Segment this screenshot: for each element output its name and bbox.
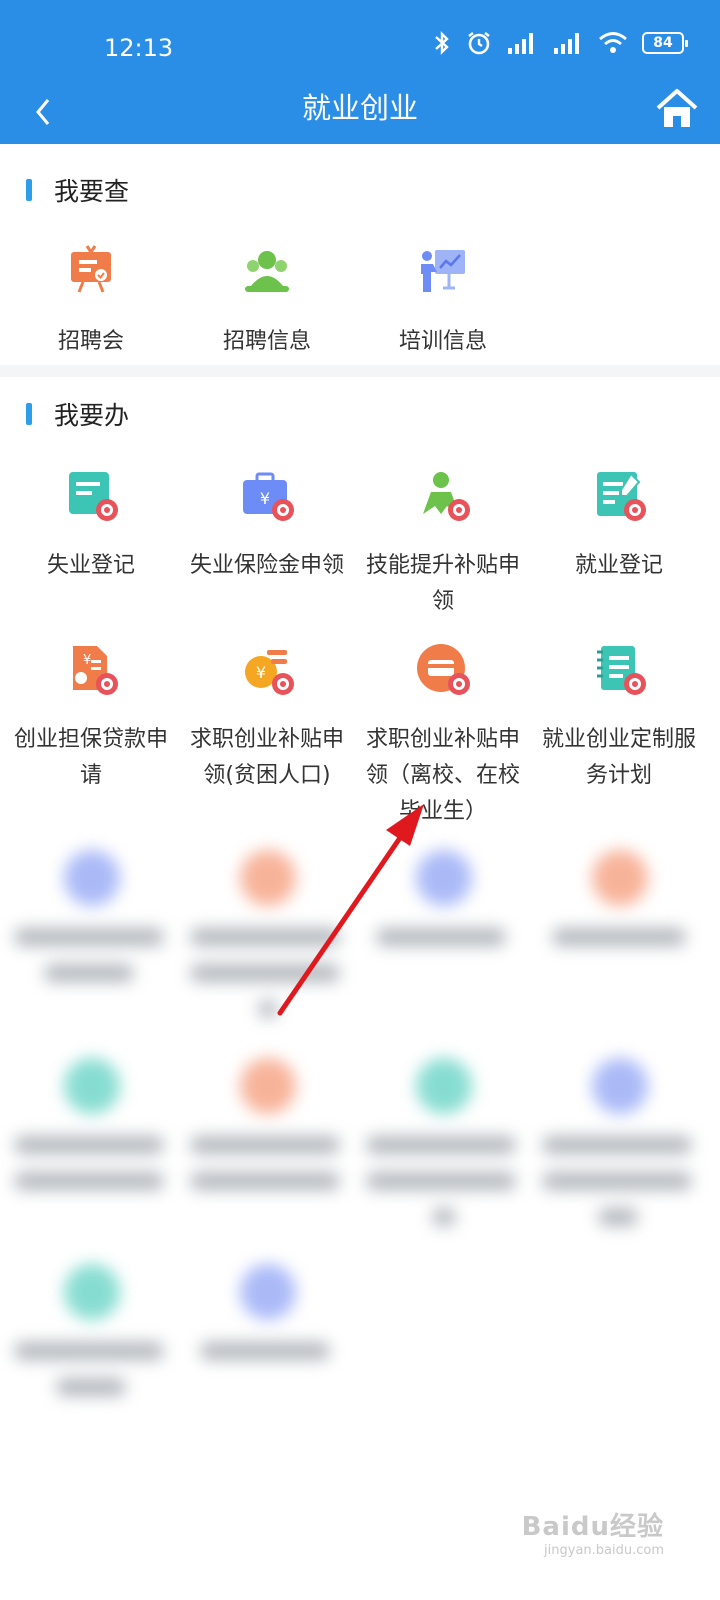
- home-icon[interactable]: [654, 86, 700, 132]
- grid-item-custom-service-plan[interactable]: 就业创业定制服务计划: [530, 640, 708, 794]
- blurred-icon: [416, 1058, 472, 1114]
- blurred-icon: [64, 850, 120, 906]
- blurred-text: [542, 1172, 692, 1190]
- recruitment-info-icon: [245, 251, 289, 292]
- grid-item-label: 招聘信息: [222, 329, 311, 354]
- blurred-text: [258, 1000, 278, 1018]
- blurred-text: [56, 1378, 126, 1396]
- section-marker: [26, 403, 32, 425]
- blurred-text: [542, 1136, 692, 1154]
- blurred-icon: [64, 1058, 120, 1114]
- grid-item-label: 失业保险金申领: [189, 553, 344, 578]
- blurred-text: [190, 928, 340, 946]
- blurred-icon: [592, 850, 648, 906]
- grid-item-job-fair[interactable]: 招聘会: [2, 242, 180, 360]
- grid-item-label: 求职创业补贴申领（离校、在校毕业生）: [365, 727, 520, 824]
- blurred-text: [366, 1136, 516, 1154]
- signal-hd-icon: [508, 33, 533, 54]
- skill-subsidy-icon: [423, 472, 470, 521]
- svg-text:¥: ¥: [256, 663, 266, 682]
- section-title: 我要查: [54, 177, 130, 206]
- blurred-icon: [416, 850, 472, 906]
- blurred-text: [190, 1136, 340, 1154]
- job-fair-icon: [71, 245, 111, 293]
- grid-item-label: 求职创业补贴申领(贫困人口): [189, 727, 344, 788]
- blurred-text: [552, 928, 686, 946]
- watermark-sub: jingyan.baidu.com: [544, 1543, 664, 1558]
- blurred-text: [44, 964, 134, 982]
- battery-indicator: 84: [642, 32, 688, 54]
- blurred-icon: [592, 1058, 648, 1114]
- job-subsidy-graduate-icon: [417, 644, 470, 695]
- grid-item-label: 就业登记: [574, 553, 663, 578]
- unemployment-insurance-icon: ¥: [243, 472, 294, 521]
- section-header-query: 我要查: [0, 150, 720, 230]
- section-marker: [26, 179, 32, 201]
- svg-text:¥: ¥: [83, 653, 91, 668]
- blurred-icon: [240, 1058, 296, 1114]
- blurred-icon: [240, 1264, 296, 1320]
- page-title: 就业创业: [301, 91, 418, 125]
- blurred-text: [14, 928, 164, 946]
- grid-item-unemployment-registration[interactable]: 失业登记: [2, 466, 180, 584]
- alarm-icon: [468, 32, 490, 55]
- grid-item-label: 技能提升补贴申领: [365, 553, 520, 614]
- wifi-icon: [599, 32, 627, 53]
- watermark-main: Baidu经验: [521, 1512, 664, 1542]
- employment-registration-icon: [597, 472, 646, 521]
- grid-item-label: 就业创业定制服务计划: [541, 727, 696, 788]
- blurred-grid-area: [0, 836, 720, 1436]
- grid-item-label: 创业担保贷款申请: [13, 727, 168, 788]
- grid-item-training-info[interactable]: 培训信息: [354, 242, 532, 360]
- watermark: Baidu经验 jingyan.baidu.com: [514, 1506, 664, 1566]
- grid-item-employment-registration[interactable]: 就业登记: [530, 466, 708, 584]
- grid-item-skill-subsidy[interactable]: 技能提升补贴申领: [354, 466, 532, 620]
- status-icons: 84: [432, 30, 688, 56]
- grid-item-unemployment-insurance[interactable]: ¥ 失业保险金申领: [178, 466, 356, 584]
- blurred-text: [190, 1172, 340, 1190]
- blurred-text: [366, 1172, 516, 1190]
- signal-hd-icon-2: [554, 33, 579, 54]
- grid-item-label: 培训信息: [398, 329, 487, 354]
- blurred-text: [376, 928, 506, 946]
- grid-item-label: 招聘会: [57, 329, 124, 354]
- blurred-icon: [240, 850, 296, 906]
- blurred-text: [200, 1342, 330, 1360]
- grid-item-job-subsidy-graduate[interactable]: 求职创业补贴申领（离校、在校毕业生）: [354, 640, 532, 830]
- grid-item-job-subsidy-poverty[interactable]: ¥ 求职创业补贴申领(贫困人口): [178, 640, 356, 794]
- unemployment-registration-icon: [69, 472, 118, 521]
- blurred-icon: [64, 1264, 120, 1320]
- nav-bar: 就业创业: [0, 80, 720, 144]
- blurred-text: [598, 1208, 638, 1226]
- grid-item-startup-loan[interactable]: ¥ 创业担保贷款申请: [2, 640, 180, 794]
- blurred-text: [432, 1208, 456, 1226]
- blurred-text: [190, 964, 340, 982]
- blurred-text: [14, 1172, 164, 1190]
- status-time: 12:13: [104, 34, 174, 62]
- training-info-icon: [421, 250, 465, 292]
- grid-item-recruitment-info[interactable]: 招聘信息: [178, 242, 356, 360]
- section-header-handle: 我要办: [0, 374, 720, 454]
- startup-loan-icon: ¥: [73, 646, 118, 695]
- blurred-text: [14, 1136, 164, 1154]
- blurred-text: [14, 1342, 164, 1360]
- status-bar: 12:13 84: [0, 0, 720, 80]
- job-subsidy-poverty-icon: ¥: [245, 650, 294, 695]
- section-title: 我要办: [54, 401, 130, 430]
- grid-item-label: 失业登记: [46, 553, 135, 578]
- custom-service-plan-icon: [597, 646, 646, 695]
- bluetooth-icon: [435, 31, 449, 55]
- svg-text:¥: ¥: [260, 489, 270, 508]
